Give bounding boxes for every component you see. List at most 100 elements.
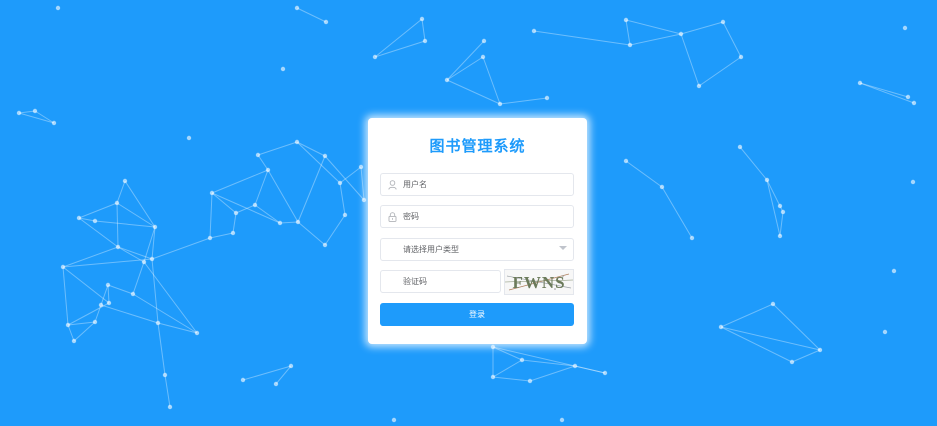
network-link [18, 112, 55, 124]
network-node [902, 25, 908, 31]
network-node [55, 5, 61, 11]
network-link [533, 30, 631, 46]
network-node [678, 31, 684, 37]
network-link [296, 7, 327, 23]
network-node [60, 264, 66, 270]
network-node [152, 224, 158, 230]
network-link [232, 212, 237, 234]
network-link [492, 359, 523, 378]
network-link [267, 169, 299, 223]
network-link [62, 266, 110, 304]
user-type-placeholder: 请选择用户类型 [403, 245, 459, 254]
network-link [791, 349, 821, 363]
network-node [817, 347, 823, 353]
network-link [62, 258, 153, 268]
network-node [490, 344, 496, 350]
network-link [720, 326, 821, 351]
network-node [572, 363, 578, 369]
network-link [62, 246, 119, 268]
network-link [279, 221, 299, 224]
network-link [34, 110, 55, 124]
network-link [124, 180, 156, 228]
network-link [73, 321, 96, 342]
network-link [859, 82, 915, 104]
network-link [132, 293, 198, 334]
network-node [770, 301, 776, 307]
network-node [209, 190, 215, 196]
user-type-select[interactable]: 请选择用户类型 [380, 238, 574, 261]
network-node [910, 179, 916, 185]
network-link [297, 221, 326, 246]
network-node [531, 28, 537, 34]
network-link [143, 261, 198, 334]
network-node [323, 19, 329, 25]
network-link [78, 202, 118, 219]
network-node [444, 77, 450, 83]
network-link [62, 266, 69, 326]
chevron-down-icon [559, 246, 567, 250]
captcha-image[interactable]: FWNS [504, 269, 574, 295]
network-link [529, 365, 576, 382]
network-node [98, 302, 104, 308]
network-node [372, 54, 378, 60]
network-link [211, 169, 269, 194]
network-link [209, 192, 213, 239]
network-node [51, 120, 57, 126]
password-field[interactable]: 密码 [380, 205, 574, 228]
network-node [71, 338, 77, 344]
network-node [186, 135, 192, 141]
lock-icon [381, 206, 403, 227]
network-link [254, 169, 269, 206]
network-node [911, 100, 917, 106]
network-node [141, 259, 147, 265]
network-node [130, 291, 136, 297]
network-link [339, 182, 346, 216]
network-node [559, 417, 565, 423]
network-node [122, 178, 128, 184]
network-node [738, 54, 744, 60]
network-node [115, 244, 121, 250]
network-node [720, 19, 726, 25]
network-link [211, 192, 237, 214]
network-node [114, 200, 120, 206]
network-link [107, 284, 110, 304]
network-link [766, 179, 781, 237]
network-node [322, 242, 328, 248]
network-node [277, 220, 283, 226]
network-link [680, 21, 724, 35]
network-node [337, 180, 343, 186]
network-node [481, 38, 487, 44]
network-node [295, 219, 301, 225]
login-button[interactable]: 登录 [380, 303, 574, 326]
username-field[interactable]: 用户名 [380, 173, 574, 196]
network-link [257, 154, 269, 171]
network-node [194, 330, 200, 336]
network-link [766, 179, 781, 207]
network-node [294, 139, 300, 145]
network-link [107, 284, 134, 295]
network-link [492, 346, 523, 361]
network-link [116, 180, 126, 204]
network-link [680, 33, 700, 87]
network-node [105, 282, 111, 288]
network-link [67, 302, 110, 326]
network-link [116, 202, 119, 248]
network-link [151, 237, 211, 260]
network-node [777, 233, 783, 239]
network-node [155, 320, 161, 326]
network-link [324, 155, 365, 201]
network-node [230, 230, 236, 236]
page-title: 图书管理系统 [429, 137, 526, 155]
captcha-field[interactable]: 验证码 [380, 270, 501, 293]
network-node [905, 94, 911, 100]
network-node [106, 300, 112, 306]
network-link [720, 303, 774, 328]
network-link [772, 303, 821, 351]
network-node [149, 256, 155, 262]
network-node [391, 417, 397, 423]
network-node [659, 184, 665, 190]
network-node [623, 17, 629, 23]
network-node [273, 381, 279, 387]
network-link [339, 166, 362, 184]
network-node [361, 197, 367, 203]
